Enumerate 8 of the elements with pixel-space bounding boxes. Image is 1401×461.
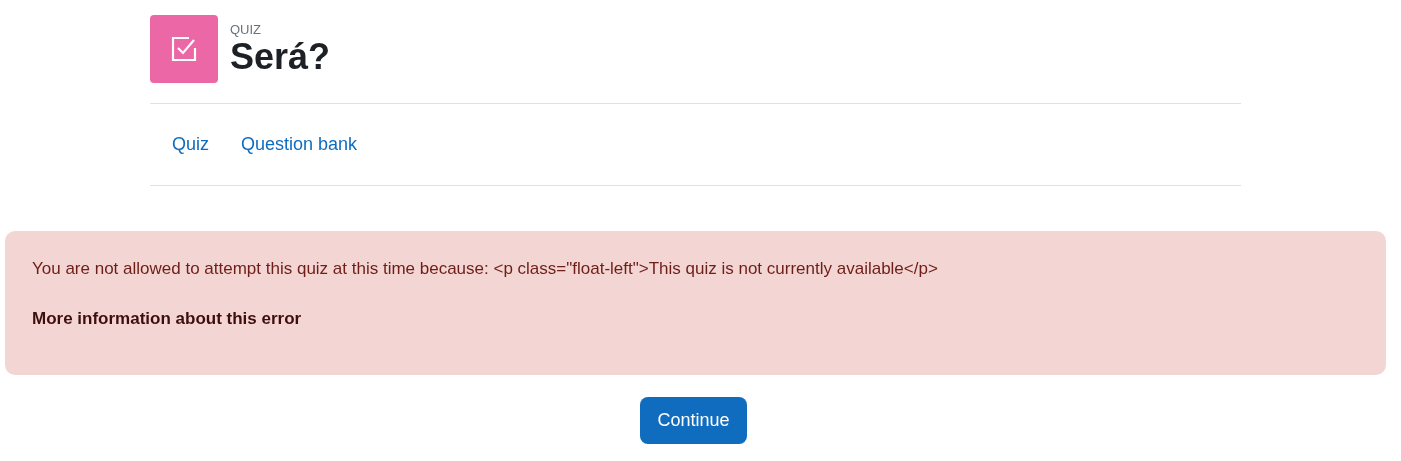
page-title: Será? [230,36,331,77]
quiz-icon [150,15,218,83]
module-label: QUIZ [230,21,263,37]
more-info-heading: More information about this error [32,309,303,329]
nav-tab[interactable]: Quiz [156,134,225,155]
nav-tab[interactable]: Question bank [225,134,374,155]
error-message: You are not allowed to attempt this quiz at this time because: <p class="float-left">This quiz is not currently available</p> [32,259,939,279]
continue-button[interactable]: Continue [640,397,747,444]
